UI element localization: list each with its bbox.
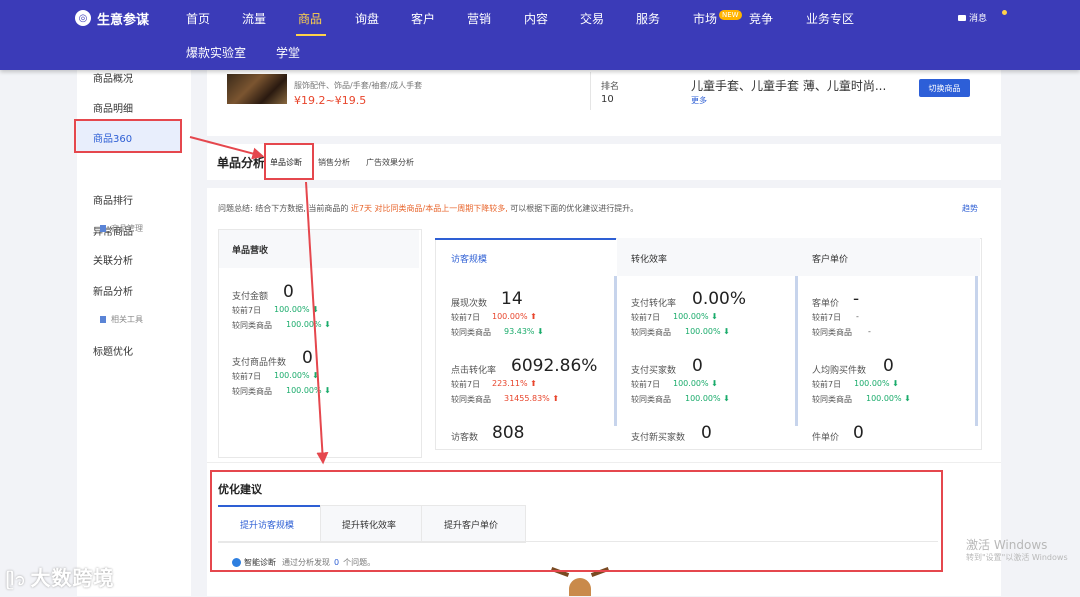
arrow-to-diagnosis [189,136,265,160]
nav-service[interactable]: 服务 [636,10,660,27]
nav-inquiry[interactable]: 询盘 [355,10,379,27]
app-logo[interactable]: ◎ 生意参谋 [75,8,149,28]
subnav-hot-lab[interactable]: 爆款实验室 [186,44,246,61]
new-badge: NEW [719,10,742,20]
subnav-school[interactable]: 学堂 [276,44,300,61]
messages-link[interactable]: 消息 [958,11,987,24]
nav-active-underline [296,34,326,36]
nav-competition[interactable]: 竞争 [749,10,773,27]
annotation-arrows [189,136,329,465]
nav-market-label: 市场 [693,12,718,26]
compass-icon: ◎ [75,10,91,26]
top-navigation: ◎ 生意参谋 首页 流量 商品 询盘 客户 营销 内容 交易 服务 市场 NEW … [0,0,1080,70]
envelope-icon [958,14,966,21]
windows-activation-hint: 转到"设置"以激活 Windows [966,553,1068,562]
arrow-to-optimize [305,181,329,465]
nav-home[interactable]: 首页 [186,10,210,27]
brand-watermark: ᥫ᭡ 大数跨境 [6,562,114,597]
nav-content[interactable]: 内容 [524,10,548,27]
nav-customers[interactable]: 客户 [411,10,435,27]
nav-trade[interactable]: 交易 [580,10,604,27]
nav-business-zone[interactable]: 业务专区 [806,10,854,27]
brand-logo-icon: ᥫ᭡ [6,570,27,589]
windows-activation-watermark: 激活 Windows [966,538,1048,552]
messages-label: 消息 [969,14,988,24]
nav-marketing[interactable]: 营销 [467,10,491,27]
notification-dot [1002,10,1007,15]
nav-market[interactable]: 市场 NEW [693,10,742,27]
brand-text: 大数跨境 [30,566,115,590]
app-logo-text: 生意参谋 [97,12,150,28]
nav-products[interactable]: 商品 [298,10,322,27]
nav-traffic[interactable]: 流量 [242,10,266,27]
